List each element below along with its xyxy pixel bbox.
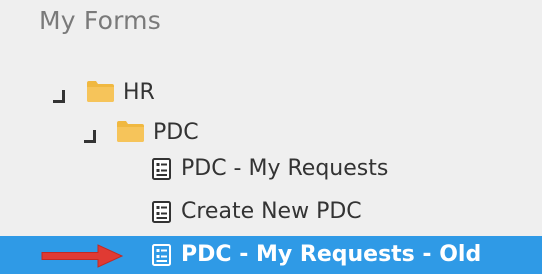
- tree-item-pdc[interactable]: PDC: [0, 114, 542, 152]
- tree-item-label: PDC - My Requests - Old: [181, 242, 482, 267]
- red-arrow-icon: [41, 244, 124, 268]
- form-document-icon: [152, 158, 171, 180]
- tree-connector: [53, 90, 65, 103]
- folder-icon: [87, 81, 114, 102]
- tree-connector: [84, 130, 96, 143]
- tree-item-pdc-my-requests[interactable]: PDC - My Requests: [0, 150, 542, 188]
- form-document-icon: [152, 244, 171, 266]
- tree-item-label: PDC: [153, 120, 199, 145]
- tree-item-label: Create New PDC: [181, 199, 362, 224]
- tree-item-label: HR: [123, 80, 155, 105]
- folder-icon: [117, 121, 144, 142]
- tree-item-create-new-pdc[interactable]: Create New PDC: [0, 193, 542, 231]
- section-title: My Forms: [39, 6, 161, 35]
- form-document-icon: [152, 201, 171, 223]
- tree-item-hr[interactable]: HR: [0, 74, 542, 112]
- tree-item-label: PDC - My Requests: [181, 156, 389, 181]
